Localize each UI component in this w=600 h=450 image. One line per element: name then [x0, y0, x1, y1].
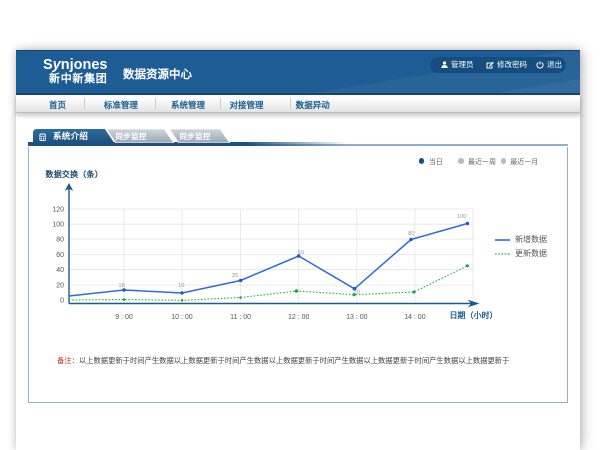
svg-text:100: 100: [457, 214, 467, 220]
svg-text:13 : 00: 13 : 00: [346, 314, 368, 321]
svg-text:0: 0: [60, 298, 64, 305]
svg-text:60: 60: [297, 250, 303, 256]
svg-text:60: 60: [56, 252, 64, 259]
svg-text:日期（小时）: 日期（小时）: [450, 310, 498, 320]
svg-text:系统介绍: 系统介绍: [53, 131, 88, 141]
svg-text:同步监控: 同步监控: [180, 131, 211, 141]
svg-text:9 : 00: 9 : 00: [115, 314, 133, 321]
svg-text:100: 100: [52, 222, 64, 229]
svg-text:40: 40: [56, 267, 64, 274]
svg-text:14 : 00: 14 : 00: [404, 314, 426, 321]
svg-text:120: 120: [52, 207, 64, 214]
svg-text:80: 80: [56, 237, 64, 244]
svg-text:10: 10: [178, 283, 184, 289]
svg-text:18: 18: [118, 283, 124, 289]
svg-text:80: 80: [408, 231, 414, 237]
svg-text:10 : 00: 10 : 00: [171, 314, 193, 321]
svg-text:10: 10: [353, 290, 359, 296]
svg-text:35: 35: [232, 273, 238, 279]
svg-text:11 : 00: 11 : 00: [230, 314, 251, 321]
svg-text:12 : 00: 12 : 00: [288, 314, 310, 321]
svg-text:20: 20: [56, 283, 64, 290]
svg-text:同步监控: 同步监控: [116, 131, 147, 141]
